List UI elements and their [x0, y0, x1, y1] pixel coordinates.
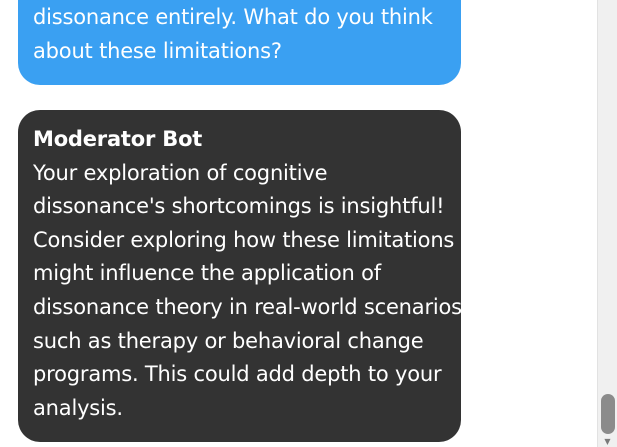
message-line: dissonance's shortcomings is insightful!: [33, 194, 445, 219]
chevron-down-icon[interactable]: ▼: [598, 436, 617, 447]
user-message-bubble: dissonance entirely. What do you think a…: [18, 0, 461, 85]
sender-name: Moderator Bot: [33, 127, 203, 151]
chat-window: dissonance entirely. What do you think a…: [0, 0, 617, 447]
message-list[interactable]: dissonance entirely. What do you think a…: [0, 0, 597, 447]
message-line: might influence the application of: [33, 261, 381, 286]
message-line: dissonance theory in real-world scenario…: [33, 294, 469, 319]
message-line: such as therapy or behavioral change: [33, 328, 424, 353]
vertical-scrollbar[interactable]: ▼: [597, 0, 617, 447]
bot-message-bubble: Moderator Bot Your exploration of cognit…: [18, 110, 469, 442]
message-line: programs. This could add depth to your: [33, 362, 442, 387]
message-line: Consider exploring how these limitations: [33, 227, 455, 252]
scrollbar-thumb[interactable]: [601, 394, 615, 434]
message-line: Your exploration of cognitive: [33, 160, 328, 185]
message-line: analysis.: [33, 395, 123, 420]
message-line: about these limitations?: [33, 38, 282, 63]
message-line: dissonance entirely. What do you think: [33, 5, 433, 29]
